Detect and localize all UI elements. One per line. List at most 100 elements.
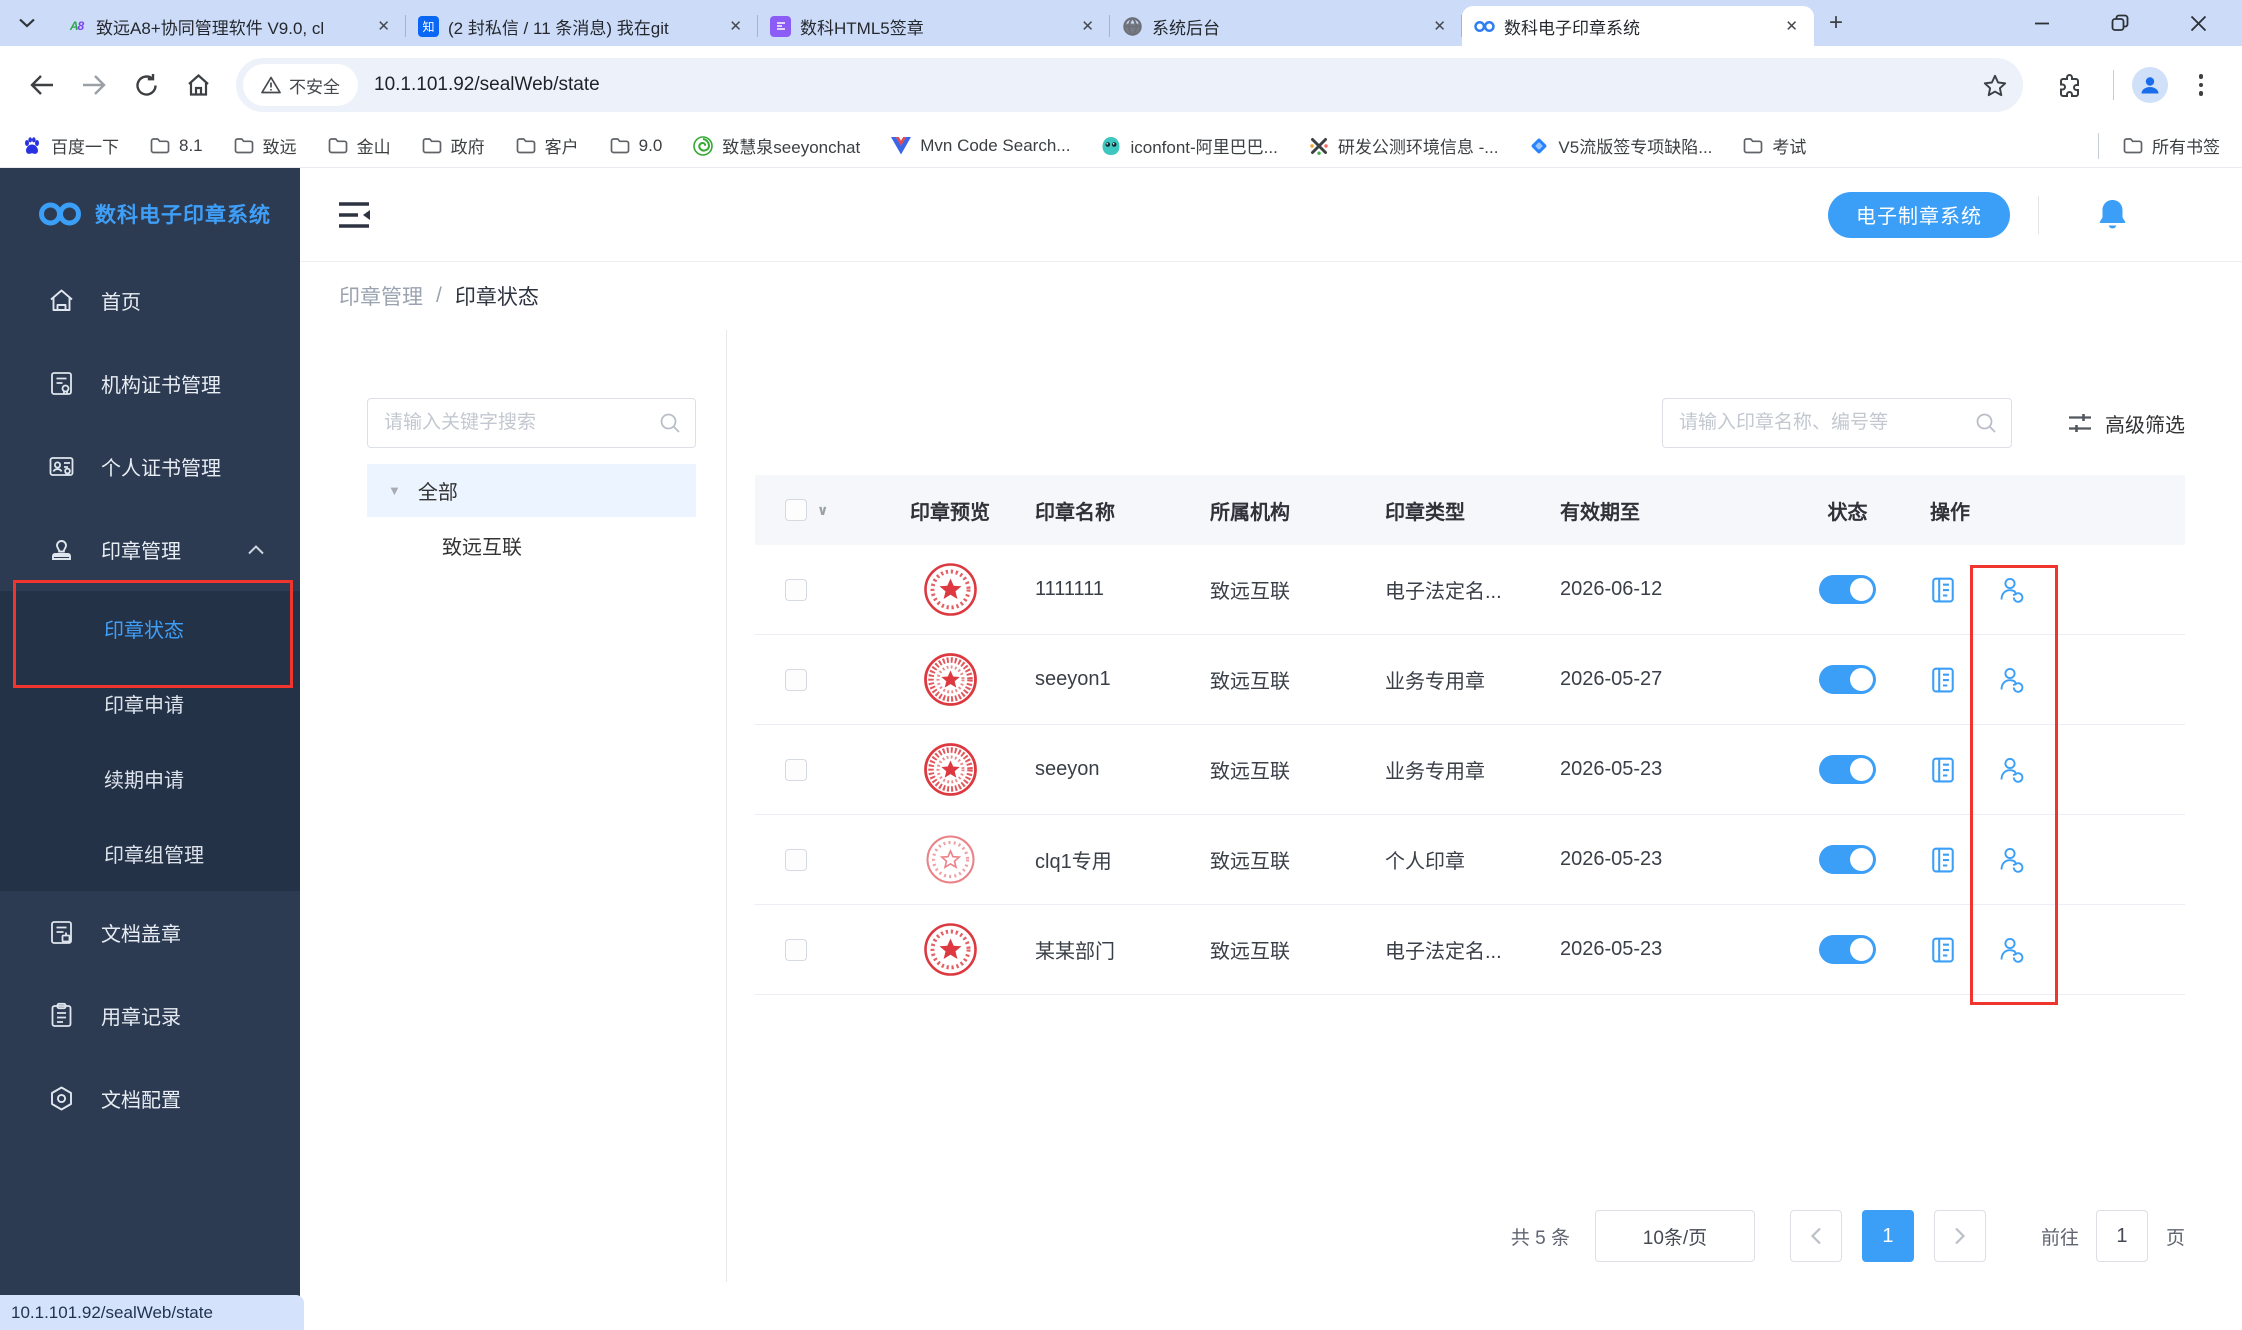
tab-close-icon[interactable]: ✕	[725, 17, 746, 35]
tree-node-zhiyuan[interactable]: 致远互联	[367, 517, 696, 573]
notification-bell-icon[interactable]	[2097, 198, 2128, 232]
bookmark-iconfont[interactable]: iconfont-阿里巴巴...	[1101, 133, 1277, 158]
sidebar-subitem-seal-apply[interactable]: 印章申请	[0, 666, 300, 741]
sidebar-item-personal-cert[interactable]: 个人证书管理	[0, 425, 300, 508]
bookmark-star-icon[interactable]	[1975, 65, 2015, 105]
tab-close-icon[interactable]: ✕	[373, 17, 394, 35]
bookmark-folder-jinshan[interactable]: 金山	[328, 133, 391, 158]
sidebar-collapse-icon[interactable]	[337, 200, 371, 230]
back-icon[interactable]	[20, 63, 64, 107]
forward-icon[interactable]	[72, 63, 116, 107]
row-checkbox[interactable]	[785, 939, 807, 961]
record-detail-icon[interactable]	[1930, 756, 1956, 783]
record-detail-icon[interactable]	[1930, 936, 1956, 963]
authorize-user-icon[interactable]	[1998, 576, 2024, 603]
seal-stamp-image[interactable]	[923, 652, 978, 707]
row-checkbox[interactable]	[785, 759, 807, 781]
authorize-user-icon[interactable]	[1998, 756, 2024, 783]
tab-close-icon[interactable]: ✕	[1781, 17, 1802, 35]
breadcrumb-separator: /	[436, 284, 442, 308]
sidebar-item-doc-stamp[interactable]: 文档盖章	[0, 891, 300, 974]
seal-stamp-image[interactable]	[923, 832, 978, 887]
link-status-tooltip: 10.1.101.92/sealWeb/state	[0, 1295, 304, 1330]
green-swirl-icon	[693, 136, 713, 156]
bookmark-baidu[interactable]: 百度一下	[22, 133, 119, 158]
sidebar-item-seal-mgmt[interactable]: 印章管理	[0, 508, 300, 591]
goto-page-input[interactable]	[2096, 1210, 2148, 1262]
advanced-filter-button[interactable]: 高级筛选	[2067, 409, 2185, 438]
prev-page-button[interactable]	[1790, 1210, 1842, 1262]
minimize-button[interactable]	[2016, 5, 2068, 41]
sidebar-item-usage-record[interactable]: 用章记录	[0, 974, 300, 1057]
bookmark-all-bookmarks[interactable]: 所有书签	[2123, 133, 2220, 158]
breadcrumb-parent[interactable]: 印章管理	[339, 281, 423, 311]
status-toggle-on[interactable]	[1819, 665, 1876, 694]
seal-stamp-image[interactable]	[923, 742, 978, 797]
browser-menu-icon[interactable]	[2186, 74, 2216, 96]
tab-close-icon[interactable]: ✕	[1429, 17, 1450, 35]
status-toggle-on[interactable]	[1819, 575, 1876, 604]
page-size-select[interactable]: 10条/页	[1595, 1210, 1755, 1262]
security-chip[interactable]: 不安全	[243, 64, 358, 106]
status-toggle-on[interactable]	[1819, 845, 1876, 874]
tree-search[interactable]	[367, 398, 696, 448]
authorize-user-icon[interactable]	[1998, 846, 2024, 873]
bookmark-v5-defects[interactable]: V5流版签专项缺陷...	[1529, 133, 1712, 158]
filter-sliders-icon	[2067, 411, 2093, 435]
status-toggle-on[interactable]	[1819, 755, 1876, 784]
home-icon[interactable]	[176, 63, 220, 107]
caret-down-icon[interactable]: ▼	[388, 483, 401, 498]
seal-stamp-image[interactable]	[923, 922, 978, 977]
sidebar-item-home[interactable]: 首页	[0, 259, 300, 342]
page-number-active[interactable]: 1	[1862, 1210, 1914, 1262]
restore-button[interactable]	[2094, 5, 2146, 41]
extensions-icon[interactable]	[2047, 63, 2091, 107]
jira-diamond-icon	[1529, 136, 1549, 156]
seal-search[interactable]	[1662, 398, 2012, 448]
record-detail-icon[interactable]	[1930, 666, 1956, 693]
tree-search-input[interactable]	[384, 412, 659, 434]
authorize-user-icon[interactable]	[1998, 936, 2024, 963]
bookmark-env-info[interactable]: 研发公测环境信息 -...	[1309, 133, 1499, 158]
tab-search-chevron-icon[interactable]	[0, 0, 54, 46]
bookmark-folder-kehu[interactable]: 客户	[516, 133, 579, 158]
new-tab-button[interactable]: +	[1814, 0, 1858, 46]
next-page-button[interactable]	[1934, 1210, 1986, 1262]
profile-avatar[interactable]	[2132, 67, 2168, 103]
row-checkbox[interactable]	[785, 849, 807, 871]
bookmark-folder-kaoshi[interactable]: 考试	[1743, 133, 1806, 158]
sidebar-subitem-seal-status[interactable]: 印章状态	[0, 591, 300, 666]
tab-seeyon-a8[interactable]: A8 致远A8+协同管理软件 V9.0, cl ✕	[54, 6, 406, 46]
select-all-checkbox[interactable]	[785, 499, 807, 521]
status-toggle-on[interactable]	[1819, 935, 1876, 964]
seal-making-system-button[interactable]: 电子制章系统	[1828, 192, 2010, 238]
seal-name: seeyon	[1035, 758, 1210, 781]
sidebar-item-doc-config[interactable]: 文档配置	[0, 1057, 300, 1140]
bookmark-folder-9-0[interactable]: 9.0	[610, 136, 663, 156]
record-detail-icon[interactable]	[1930, 846, 1956, 873]
bookmark-mvn-code-search[interactable]: Mvn Code Search...	[891, 136, 1070, 156]
tab-seal-system-active[interactable]: 数科电子印章系统 ✕	[1462, 6, 1814, 46]
caret-down-icon[interactable]: ∨	[817, 502, 828, 519]
tab-close-icon[interactable]: ✕	[1077, 17, 1098, 35]
record-detail-icon[interactable]	[1930, 576, 1956, 603]
sidebar-subitem-renewal-apply[interactable]: 续期申请	[0, 741, 300, 816]
tab-zhihu[interactable]: 知 (2 封私信 / 11 条消息) 我在git ✕	[406, 6, 758, 46]
tab-html5-sign[interactable]: 数科HTML5签章 ✕	[758, 6, 1110, 46]
authorize-user-icon[interactable]	[1998, 666, 2024, 693]
row-checkbox[interactable]	[785, 669, 807, 691]
seal-search-input[interactable]	[1679, 412, 1975, 434]
seal-stamp-image[interactable]	[923, 562, 978, 617]
address-bar[interactable]: 不安全 10.1.101.92/sealWeb/state	[236, 58, 2023, 112]
bookmark-folder-zhiyuan[interactable]: 致远	[234, 133, 297, 158]
sidebar-item-org-cert[interactable]: 机构证书管理	[0, 342, 300, 425]
tab-system-backend[interactable]: 系统后台 ✕	[1110, 6, 1462, 46]
tree-node-all[interactable]: ▼ 全部	[367, 464, 696, 517]
reload-icon[interactable]	[124, 63, 168, 107]
row-checkbox[interactable]	[785, 579, 807, 601]
sidebar-subitem-seal-group[interactable]: 印章组管理	[0, 816, 300, 891]
close-window-button[interactable]	[2172, 5, 2224, 41]
bookmark-folder-8-1[interactable]: 8.1	[150, 136, 203, 156]
bookmark-seeyonchat[interactable]: 致慧泉seeyonchat	[693, 133, 860, 158]
bookmark-folder-zhengfu[interactable]: 政府	[422, 133, 485, 158]
